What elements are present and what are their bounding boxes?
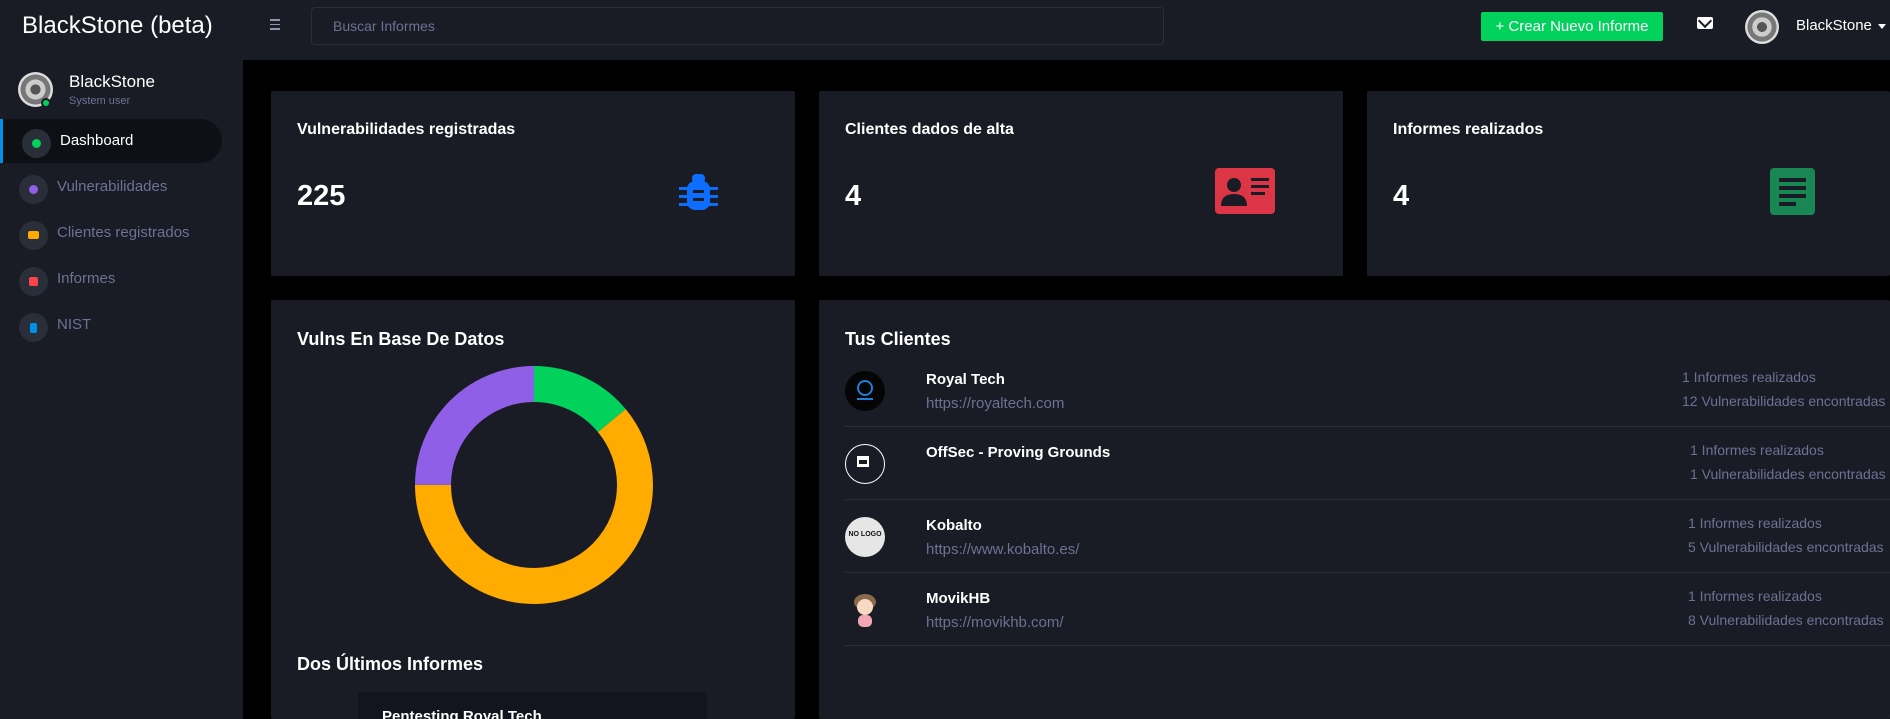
user-menu[interactable]: BlackStone	[1796, 17, 1886, 34]
client-reports-count: 1 Informes realizados	[1690, 442, 1824, 458]
stat-card-clients: Clientes dados de alta 4	[819, 91, 1343, 276]
stat-value: 4	[845, 180, 862, 212]
bug-icon	[679, 174, 718, 210]
client-name: Royal Tech	[926, 371, 1005, 388]
sidebar-item-clientes[interactable]: Clientes registrados	[0, 211, 222, 255]
brand-title[interactable]: BlackStone (beta)	[22, 12, 213, 40]
avatar[interactable]	[1745, 10, 1779, 44]
document-icon	[1770, 168, 1815, 215]
mail-icon[interactable]	[1697, 17, 1713, 29]
stat-card-vulnerabilities: Vulnerabilidades registradas 225	[271, 91, 795, 276]
client-vulns-count: 5 Vulnerabilidades encontradas	[1688, 539, 1884, 555]
vulns-section-title: Vulns En Base De Datos	[297, 329, 505, 349]
no-logo: NO LOGO	[845, 517, 885, 557]
contacts-icon	[19, 221, 48, 250]
username-label: BlackStone	[1796, 17, 1872, 34]
sidebar: BlackStone System user Dashboard Vulnera…	[0, 60, 243, 719]
client-reports-count: 1 Informes realizados	[1688, 588, 1822, 604]
stat-title: Vulnerabilidades registradas	[297, 121, 516, 138]
sidebar-item-label: Vulnerabilidades	[57, 178, 168, 195]
stat-title: Informes realizados	[1393, 121, 1544, 138]
search-input[interactable]	[311, 7, 1164, 45]
sidebar-item-label: Informes	[57, 270, 116, 287]
sidebar-item-nist[interactable]: NIST	[0, 303, 222, 347]
client-row[interactable]: OffSec - Proving Grounds 1 Informes real…	[845, 427, 1890, 500]
stat-title: Clientes dados de alta	[845, 121, 1014, 138]
royal-tech-logo	[845, 371, 885, 411]
reports-section-title: Dos Últimos Informes	[297, 654, 484, 674]
client-name: Kobalto	[926, 517, 982, 534]
calculator-icon	[19, 313, 48, 342]
client-row[interactable]: NO LOGO Kobalto https://www.kobalto.es/ …	[845, 500, 1890, 573]
bug-icon	[19, 175, 48, 204]
sidebar-item-label: Dashboard	[60, 132, 134, 149]
donut-chart	[415, 366, 653, 604]
clients-card: Tus Clientes Royal Tech https://royaltec…	[819, 300, 1890, 719]
profile-name: BlackStone	[69, 72, 155, 91]
client-url[interactable]: https://www.kobalto.es/	[926, 541, 1079, 558]
client-reports-count: 1 Informes realizados	[1682, 369, 1816, 385]
no-logo-text: NO LOGO	[848, 531, 882, 538]
client-name: OffSec - Proving Grounds	[926, 444, 1111, 461]
online-status-icon	[41, 98, 51, 108]
broken-image-icon	[845, 444, 885, 484]
vulns-chart-card: Vulns En Base De Datos Dos Últimos Infor…	[271, 300, 795, 719]
client-vulns-count: 1 Vulnerabilidades encontradas	[1690, 466, 1886, 482]
menu-toggle-icon[interactable]	[270, 16, 284, 36]
sidebar-item-label: NIST	[57, 316, 92, 333]
client-row[interactable]: MovikHB https://movikhb.com/ 1 Informes …	[845, 573, 1890, 646]
client-row[interactable]: Royal Tech https://royaltech.com 1 Infor…	[845, 354, 1890, 427]
speedometer-icon	[22, 129, 51, 158]
stat-value: 225	[297, 180, 346, 212]
report-card[interactable]: Pentesting Royal Tech	[358, 692, 707, 719]
report-title: Pentesting Royal Tech	[382, 708, 542, 719]
client-url[interactable]: https://movikhb.com/	[926, 614, 1064, 631]
sidebar-item-label: Clientes registrados	[57, 224, 190, 241]
sidebar-item-vulnerabilidades[interactable]: Vulnerabilidades	[0, 165, 222, 209]
clients-section-title: Tus Clientes	[845, 329, 951, 349]
client-url[interactable]: https://royaltech.com	[926, 395, 1064, 412]
top-navbar: BlackStone (beta) + Crear Nuevo Informe …	[0, 0, 1890, 60]
stat-value: 4	[1393, 180, 1410, 212]
client-vulns-count: 8 Vulnerabilidades encontradas	[1688, 612, 1884, 628]
sidebar-item-informes[interactable]: Informes	[0, 257, 222, 301]
client-name: MovikHB	[926, 590, 991, 607]
profile-role: System user	[69, 95, 131, 107]
create-report-button[interactable]: + Crear Nuevo Informe	[1481, 12, 1663, 41]
client-reports-count: 1 Informes realizados	[1688, 515, 1822, 531]
file-document-icon	[19, 267, 48, 296]
stat-card-reports: Informes realizados 4	[1367, 91, 1890, 276]
id-card-icon	[1215, 168, 1275, 214]
sidebar-item-dashboard[interactable]: Dashboard	[0, 119, 222, 163]
caret-down-icon	[1877, 23, 1886, 29]
cartoon-avatar-logo	[845, 590, 885, 630]
client-vulns-count: 12 Vulnerabilidades encontradas	[1682, 393, 1886, 409]
